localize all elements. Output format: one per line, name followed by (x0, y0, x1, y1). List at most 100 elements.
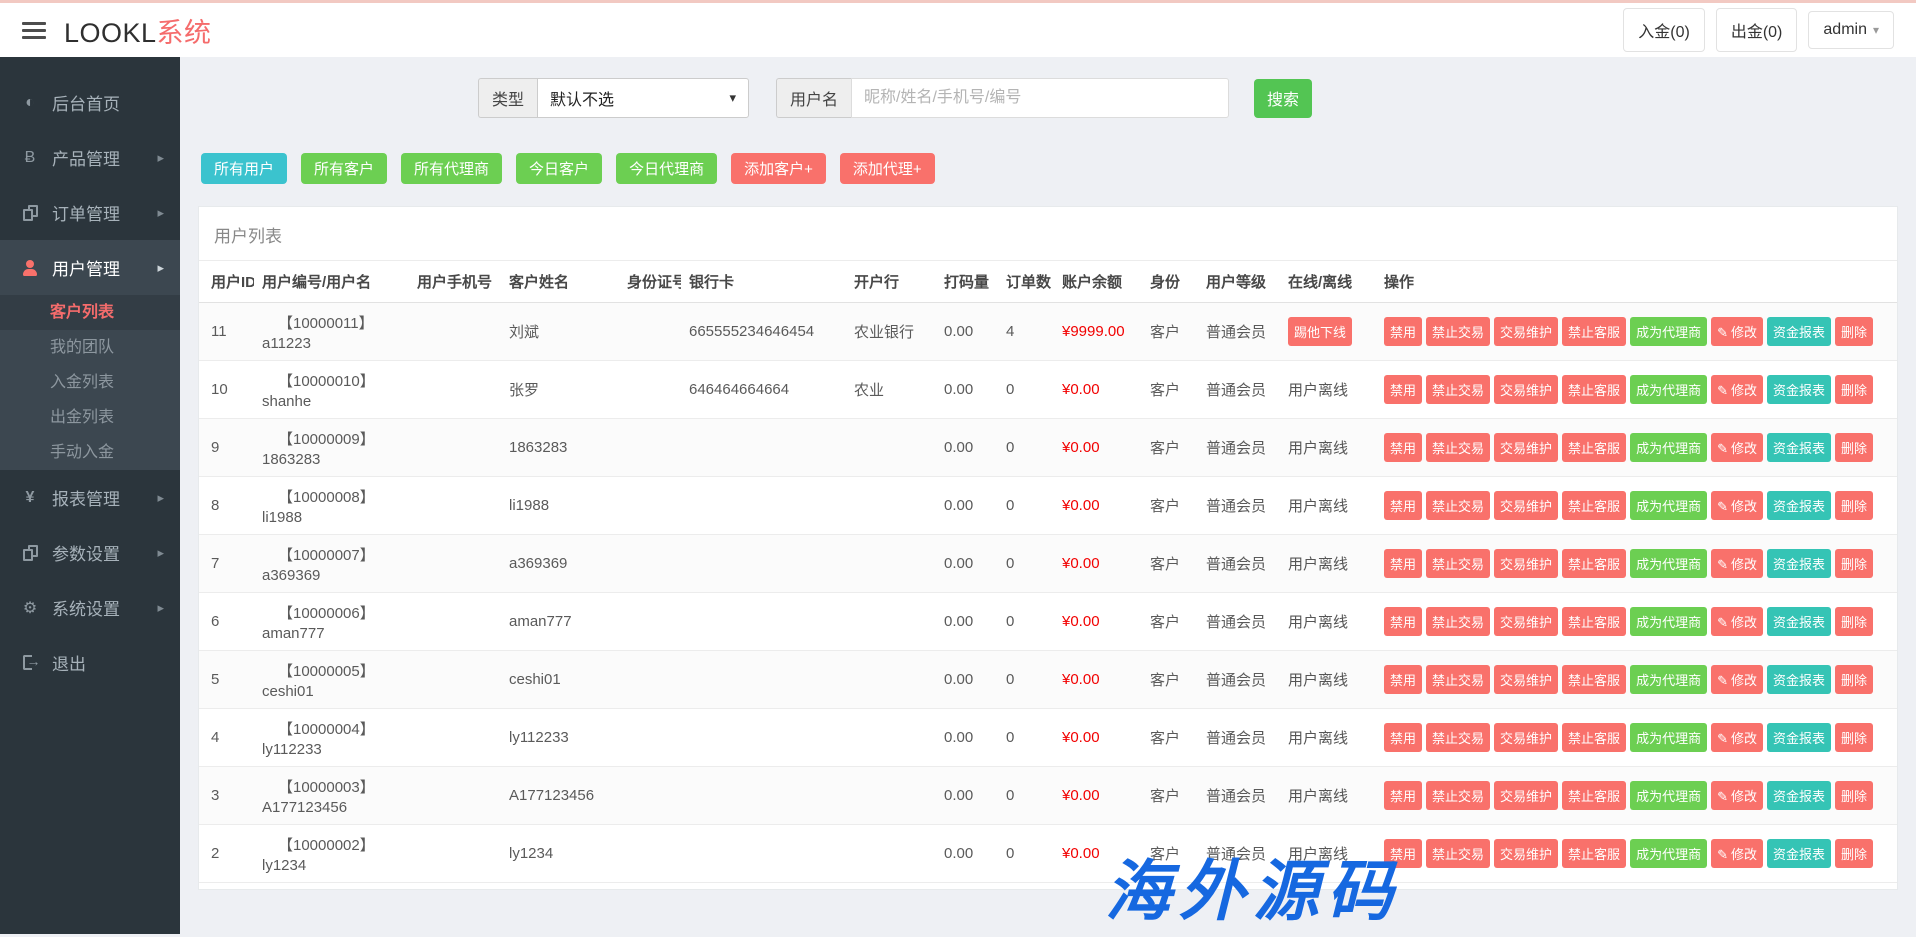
row-action-ban-trade[interactable]: 禁止交易 (1426, 839, 1490, 868)
row-action-become-agent[interactable]: 成为代理商 (1630, 781, 1707, 810)
row-action-funds-report[interactable]: 资金报表 (1767, 723, 1831, 752)
admin-user-menu[interactable]: admin▾ (1808, 11, 1894, 49)
row-action-funds-report[interactable]: 资金报表 (1767, 839, 1831, 868)
row-action-funds-report[interactable]: 资金报表 (1767, 375, 1831, 404)
row-action-trade-maintenance[interactable]: 交易维护 (1494, 317, 1558, 346)
sidebar-item-reports[interactable]: ¥ 报表管理 ▸ (0, 470, 180, 525)
sidebar-subitem-withdraw-list[interactable]: 出金列表 (0, 400, 180, 435)
row-action-become-agent[interactable]: 成为代理商 (1630, 433, 1707, 462)
row-action-edit[interactable]: ✎修改 (1711, 781, 1763, 810)
today-agents-button[interactable]: 今日代理商 (616, 153, 717, 184)
sidebar-item-system[interactable]: ⚙ 系统设置 ▸ (0, 580, 180, 635)
row-action-ban-service[interactable]: 禁止客服 (1562, 781, 1626, 810)
row-action-delete[interactable]: 删除 (1835, 317, 1873, 346)
sidebar-subitem-manual-deposit[interactable]: 手动入金 (0, 435, 180, 470)
row-action-disable[interactable]: 禁用 (1384, 491, 1422, 520)
sidebar-subitem-customer-list[interactable]: 客户列表 (0, 295, 180, 330)
row-action-ban-trade[interactable]: 禁止交易 (1426, 549, 1490, 578)
row-action-ban-trade[interactable]: 禁止交易 (1426, 491, 1490, 520)
row-action-disable[interactable]: 禁用 (1384, 433, 1422, 462)
row-action-ban-service[interactable]: 禁止客服 (1562, 549, 1626, 578)
row-action-become-agent[interactable]: 成为代理商 (1630, 317, 1707, 346)
row-action-ban-service[interactable]: 禁止客服 (1562, 433, 1626, 462)
row-action-disable[interactable]: 禁用 (1384, 665, 1422, 694)
row-action-become-agent[interactable]: 成为代理商 (1630, 549, 1707, 578)
row-action-ban-service[interactable]: 禁止客服 (1562, 723, 1626, 752)
row-action-funds-report[interactable]: 资金报表 (1767, 317, 1831, 346)
row-action-ban-trade[interactable]: 禁止交易 (1426, 433, 1490, 462)
row-action-disable[interactable]: 禁用 (1384, 781, 1422, 810)
today-customers-button[interactable]: 今日客户 (516, 153, 602, 184)
row-action-delete[interactable]: 删除 (1835, 723, 1873, 752)
row-action-become-agent[interactable]: 成为代理商 (1630, 665, 1707, 694)
row-action-trade-maintenance[interactable]: 交易维护 (1494, 607, 1558, 636)
row-action-disable[interactable]: 禁用 (1384, 317, 1422, 346)
row-action-disable[interactable]: 禁用 (1384, 549, 1422, 578)
row-action-trade-maintenance[interactable]: 交易维护 (1494, 549, 1558, 578)
add-customer-button[interactable]: 添加客户+ (731, 153, 826, 184)
row-action-trade-maintenance[interactable]: 交易维护 (1494, 839, 1558, 868)
row-action-funds-report[interactable]: 资金报表 (1767, 491, 1831, 520)
row-action-trade-maintenance[interactable]: 交易维护 (1494, 491, 1558, 520)
all-agents-button[interactable]: 所有代理商 (401, 153, 502, 184)
search-button[interactable]: 搜索 (1254, 79, 1312, 118)
row-action-become-agent[interactable]: 成为代理商 (1630, 491, 1707, 520)
row-action-ban-trade[interactable]: 禁止交易 (1426, 607, 1490, 636)
row-action-ban-service[interactable]: 禁止客服 (1562, 607, 1626, 636)
row-action-trade-maintenance[interactable]: 交易维护 (1494, 433, 1558, 462)
row-action-become-agent[interactable]: 成为代理商 (1630, 723, 1707, 752)
deposit-button[interactable]: 入金(0) (1623, 8, 1705, 52)
sidebar-subitem-deposit-list[interactable]: 入金列表 (0, 365, 180, 400)
row-action-ban-service[interactable]: 禁止客服 (1562, 375, 1626, 404)
row-action-ban-trade[interactable]: 禁止交易 (1426, 665, 1490, 694)
row-action-funds-report[interactable]: 资金报表 (1767, 665, 1831, 694)
sidebar-item-users[interactable]: 用户管理 ▸ (0, 240, 180, 295)
all-users-button[interactable]: 所有用户 (201, 153, 287, 184)
row-action-delete[interactable]: 删除 (1835, 375, 1873, 404)
row-action-ban-trade[interactable]: 禁止交易 (1426, 723, 1490, 752)
row-action-funds-report[interactable]: 资金报表 (1767, 433, 1831, 462)
row-action-trade-maintenance[interactable]: 交易维护 (1494, 665, 1558, 694)
row-action-edit[interactable]: ✎修改 (1711, 665, 1763, 694)
row-action-ban-service[interactable]: 禁止客服 (1562, 839, 1626, 868)
row-action-funds-report[interactable]: 资金报表 (1767, 781, 1831, 810)
type-select[interactable]: 默认不选 ▾ (537, 78, 749, 118)
row-action-delete[interactable]: 删除 (1835, 665, 1873, 694)
hamburger-menu-icon[interactable] (22, 22, 46, 39)
row-action-edit[interactable]: ✎修改 (1711, 375, 1763, 404)
row-action-delete[interactable]: 删除 (1835, 433, 1873, 462)
row-action-ban-trade[interactable]: 禁止交易 (1426, 375, 1490, 404)
sidebar-item-orders[interactable]: 订单管理 ▸ (0, 185, 180, 240)
kick-offline-button[interactable]: 踢他下线 (1288, 317, 1352, 346)
row-action-become-agent[interactable]: 成为代理商 (1630, 607, 1707, 636)
row-action-edit[interactable]: ✎修改 (1711, 607, 1763, 636)
row-action-edit[interactable]: ✎修改 (1711, 433, 1763, 462)
sidebar-subitem-my-team[interactable]: 我的团队 (0, 330, 180, 365)
row-action-funds-report[interactable]: 资金报表 (1767, 549, 1831, 578)
withdraw-button[interactable]: 出金(0) (1716, 8, 1798, 52)
username-input[interactable] (851, 78, 1229, 118)
row-action-disable[interactable]: 禁用 (1384, 607, 1422, 636)
row-action-edit[interactable]: ✎修改 (1711, 491, 1763, 520)
row-action-delete[interactable]: 删除 (1835, 607, 1873, 636)
row-action-edit[interactable]: ✎修改 (1711, 723, 1763, 752)
row-action-delete[interactable]: 删除 (1835, 839, 1873, 868)
sidebar-item-logout[interactable]: → 退出 (0, 635, 180, 690)
row-action-disable[interactable]: 禁用 (1384, 839, 1422, 868)
row-action-delete[interactable]: 删除 (1835, 491, 1873, 520)
row-action-ban-service[interactable]: 禁止客服 (1562, 491, 1626, 520)
row-action-become-agent[interactable]: 成为代理商 (1630, 375, 1707, 404)
row-action-edit[interactable]: ✎修改 (1711, 317, 1763, 346)
row-action-ban-trade[interactable]: 禁止交易 (1426, 317, 1490, 346)
sidebar-item-params[interactable]: 参数设置 ▸ (0, 525, 180, 580)
row-action-ban-trade[interactable]: 禁止交易 (1426, 781, 1490, 810)
row-action-ban-service[interactable]: 禁止客服 (1562, 317, 1626, 346)
sidebar-item-products[interactable]: Ƀ 产品管理 ▸ (0, 130, 180, 185)
row-action-disable[interactable]: 禁用 (1384, 375, 1422, 404)
row-action-edit[interactable]: ✎修改 (1711, 549, 1763, 578)
row-action-funds-report[interactable]: 资金报表 (1767, 607, 1831, 636)
row-action-trade-maintenance[interactable]: 交易维护 (1494, 723, 1558, 752)
row-action-delete[interactable]: 删除 (1835, 781, 1873, 810)
add-agent-button[interactable]: 添加代理+ (840, 153, 935, 184)
sidebar-item-dashboard[interactable]: ◐ 后台首页 (0, 75, 180, 130)
